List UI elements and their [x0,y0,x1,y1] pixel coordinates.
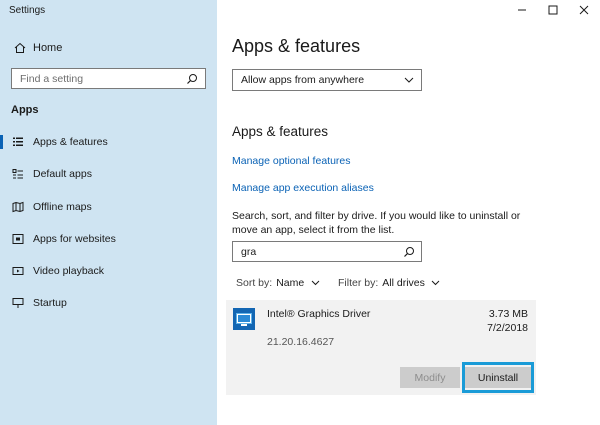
default-apps-icon [11,167,25,181]
manage-optional-features-link[interactable]: Manage optional features [232,155,351,167]
sidebar-item-home[interactable]: Home [0,38,217,58]
startup-icon [11,296,25,310]
app-search-input[interactable]: gra [232,241,422,262]
search-icon[interactable] [185,72,199,86]
section-title: Apps & features [232,124,329,139]
manage-execution-aliases-link[interactable]: Manage app execution aliases [232,182,374,194]
app-install-date: 7/2/2018 [487,322,528,334]
maximize-icon [548,2,558,20]
video-playback-icon [11,264,25,278]
search-description: Search, sort, and filter by drive. If yo… [232,210,521,236]
filter-value: All drives [382,277,425,289]
find-setting-placeholder: Find a setting [20,72,84,85]
sidebar-item-label: Video playback [33,265,105,277]
sidebar-item-startup[interactable]: Startup [0,293,217,313]
filter-dropdown[interactable]: Filter by: All drives [338,277,441,289]
uninstall-button[interactable]: Uninstall [465,367,531,388]
sidebar-item-label: Offline maps [33,201,92,213]
app-name: Intel® Graphics Driver [267,308,371,320]
maximize-button[interactable] [537,0,569,22]
install-source-dropdown[interactable]: Allow apps from anywhere [232,69,422,91]
sidebar-item-video-playback[interactable]: Video playback [0,261,217,281]
install-source-value: Allow apps from anywhere [241,74,365,86]
minimize-icon [517,2,527,20]
sidebar-item-label: Startup [33,297,67,309]
apps-features-icon [11,135,25,149]
app-size: 3.73 MB [488,308,528,320]
chevron-down-icon [431,278,441,288]
app-version: 21.20.16.4627 [267,336,335,348]
find-setting-input[interactable]: Find a setting [11,68,206,89]
sidebar-item-apps-websites[interactable]: Apps for websites [0,229,217,249]
sidebar-item-offline-maps[interactable]: Offline maps [0,197,217,217]
minimize-button[interactable] [506,0,538,22]
sidebar: Settings Home Find a setting Apps Apps &… [0,0,217,425]
sidebar-item-apps-features[interactable]: Apps & features [0,132,217,152]
sidebar-item-label: Home [33,42,63,54]
sort-label: Sort by: [236,277,273,289]
home-icon [13,41,27,55]
close-button[interactable] [568,0,600,22]
intel-graphics-icon [233,308,255,330]
offline-maps-icon [11,200,25,214]
search-icon[interactable] [402,245,416,259]
sidebar-item-label: Default apps [33,168,92,180]
sidebar-item-label: Apps & features [33,136,108,148]
filter-label: Filter by: [338,277,379,289]
section-header-apps: Apps [11,104,39,116]
apps-websites-icon [11,232,25,246]
window-title: Settings [9,5,46,16]
page-title: Apps & features [232,36,361,56]
app-list-item[interactable]: Intel® Graphics Driver 3.73 MB 7/2/2018 … [226,300,536,395]
sidebar-item-default-apps[interactable]: Default apps [0,164,217,184]
sort-dropdown[interactable]: Sort by: Name [236,277,320,289]
close-icon [579,2,589,20]
sidebar-item-label: Apps for websites [33,233,116,245]
modify-button: Modify [400,367,460,388]
app-search-value: gra [241,245,257,258]
sort-value: Name [276,277,305,289]
chevron-down-icon [403,74,415,86]
chevron-down-icon [310,278,320,288]
